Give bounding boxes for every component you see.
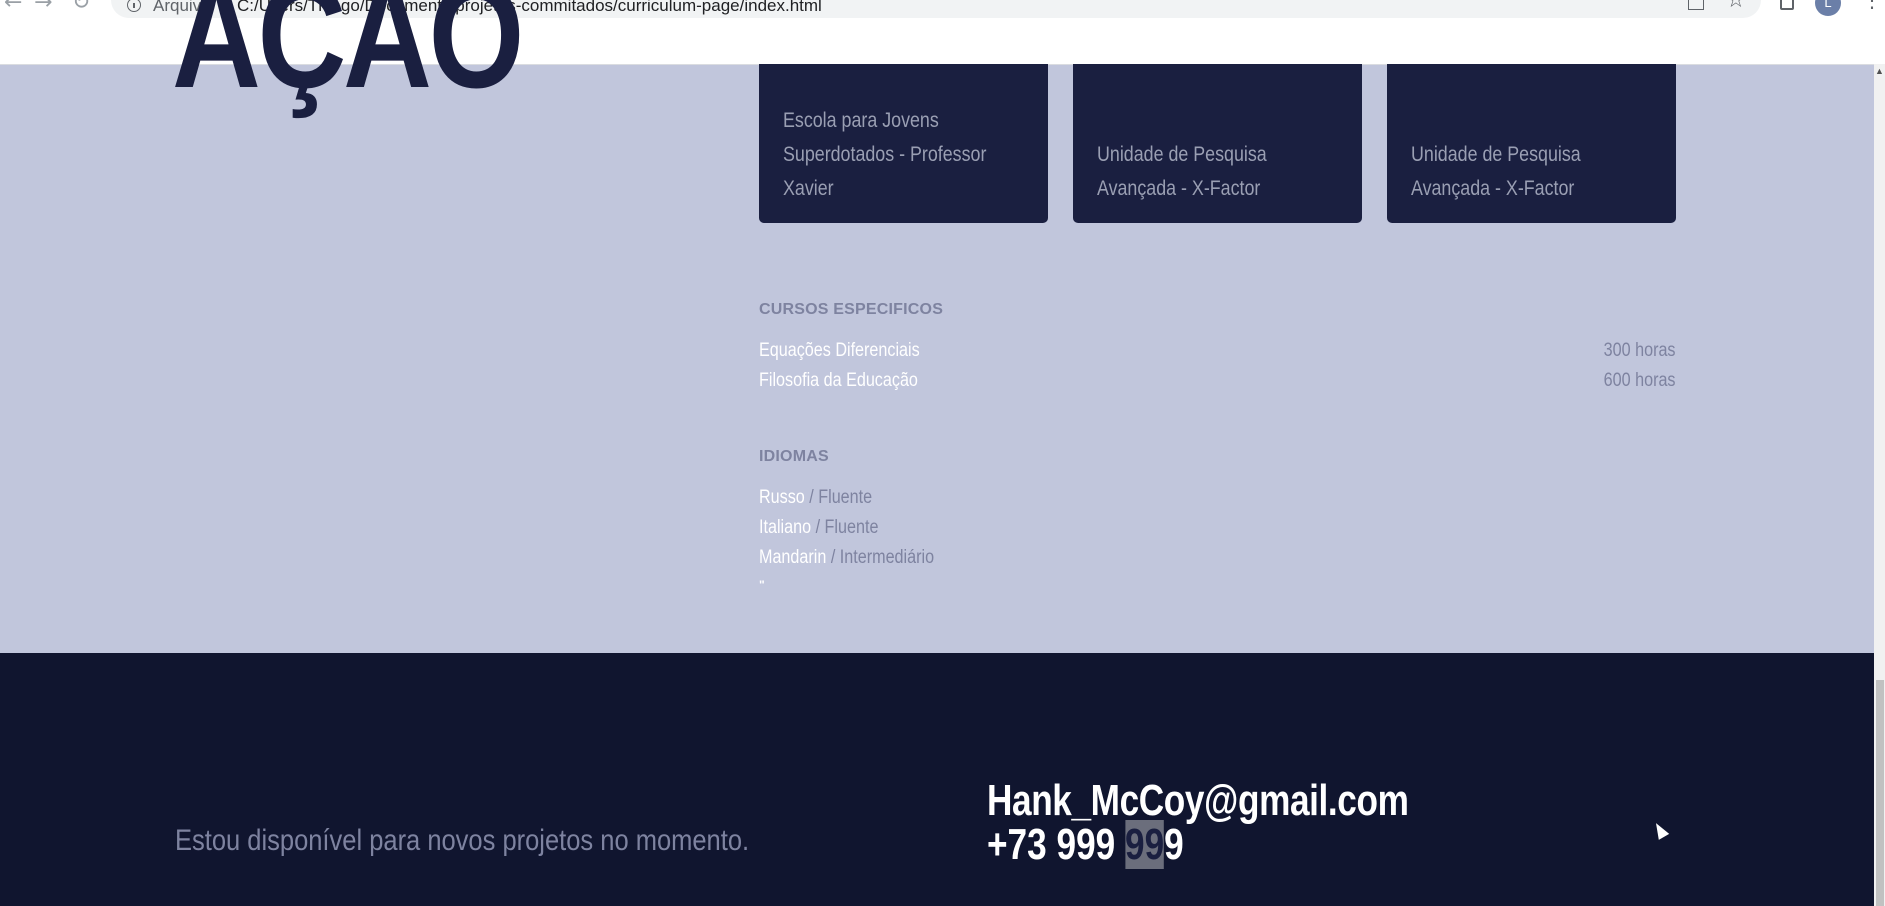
share-icon[interactable] — [1688, 0, 1704, 10]
language-separator: / — [811, 517, 825, 538]
card-line: Avançada - X-Factor — [1411, 177, 1575, 200]
section-heading: AÇÃO — [172, 0, 524, 119]
bookmark-star-icon[interactable]: ☆ — [1726, 0, 1746, 13]
contact-phone[interactable]: +73 999 999 — [987, 820, 1184, 870]
language-row: Mandarin / Intermediário — [759, 547, 934, 569]
course-row: Equações Diferenciais 300 horas — [759, 340, 1676, 370]
reload-icon[interactable]: ↻ — [72, 0, 90, 15]
card-line: Unidade de Pesquisa — [1411, 143, 1581, 166]
language-separator: / — [826, 547, 840, 568]
browser-menu-icon[interactable]: ⋮ — [1862, 0, 1882, 12]
phone-prefix: +73 999 — [987, 820, 1125, 869]
experience-card: Unidade de Pesquisa Avançada - X-Factor — [1387, 64, 1676, 223]
card-line: Escola para Jovens — [783, 109, 939, 132]
info-icon[interactable] — [127, 0, 141, 12]
course-name: Equações Diferenciais — [759, 340, 920, 361]
course-hours: 600 horas — [1604, 370, 1676, 391]
course-name: Filosofia da Educação — [759, 370, 918, 391]
profile-avatar[interactable]: L — [1815, 0, 1841, 16]
scroll-up-arrow-icon[interactable]: ▲ — [1875, 66, 1884, 76]
forward-icon[interactable]: → — [34, 0, 52, 15]
course-hours: 300 horas — [1604, 340, 1676, 361]
availability-text: Estou disponível para novos projetos no … — [175, 824, 750, 857]
language-level: Intermediário — [839, 547, 935, 568]
language-level: Fluente — [824, 517, 879, 538]
language-level: Fluente — [818, 487, 873, 508]
language-name: Italiano — [759, 517, 812, 538]
contact-email[interactable]: Hank_McCoy@gmail.com — [987, 776, 1409, 826]
stray-quote-mark: " — [759, 578, 765, 592]
language-name: Mandarin — [759, 547, 827, 568]
card-line: Unidade de Pesquisa — [1097, 143, 1267, 166]
language-row: Italiano / Fluente — [759, 517, 878, 539]
card-line: Avançada - X-Factor — [1097, 177, 1261, 200]
phone-suffix: 9 — [1164, 820, 1184, 869]
card-line: Xavier — [783, 177, 834, 200]
course-row: Filosofia da Educação 600 horas — [759, 370, 1676, 400]
experience-card: Escola para Jovens Superdotados - Profes… — [759, 64, 1048, 223]
language-row: Russo / Fluente — [759, 487, 872, 509]
language-name: Russo — [759, 487, 805, 508]
contact-footer — [0, 653, 1874, 906]
experience-card: Unidade de Pesquisa Avançada - X-Factor — [1073, 64, 1362, 223]
phone-selected-text: 99 — [1125, 820, 1165, 869]
card-line: Superdotados - Professor — [783, 143, 987, 166]
courses-section-title: CURSOS ESPECIFICOS — [759, 301, 944, 318]
languages-section-title: IDIOMAS — [759, 448, 829, 465]
language-separator: / — [804, 487, 819, 508]
extensions-icon[interactable] — [1780, 0, 1794, 10]
back-icon[interactable]: ← — [4, 0, 22, 15]
scrollbar-thumb[interactable] — [1876, 680, 1884, 906]
